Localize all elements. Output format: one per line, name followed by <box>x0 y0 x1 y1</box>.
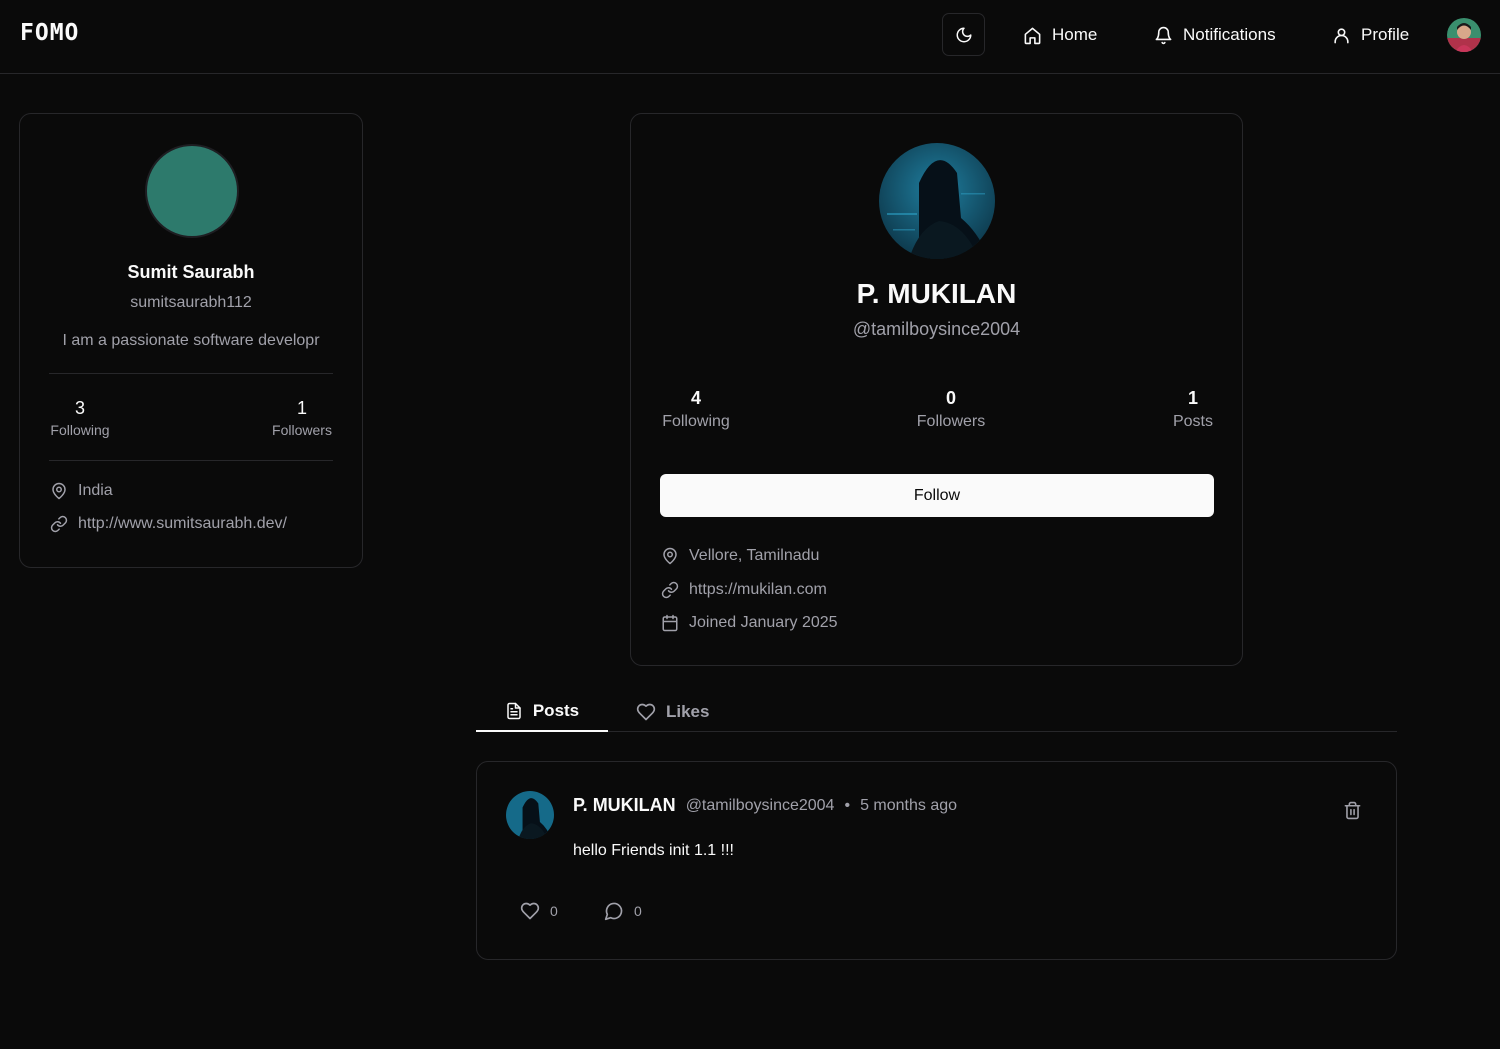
posts-label: Posts <box>1172 413 1213 430</box>
post-author-name[interactable]: P. MUKILAN <box>573 795 676 816</box>
profile-joined-text: Joined January 2025 <box>689 614 838 631</box>
followers-label: Followers <box>272 422 332 438</box>
following-label: Following <box>662 413 730 430</box>
calendar-icon <box>662 614 678 632</box>
bell-icon <box>1155 26 1172 44</box>
profile-avatar-image <box>879 143 995 259</box>
profile-joined: Joined January 2025 <box>661 614 838 632</box>
like-button[interactable]: 0 <box>520 901 558 921</box>
following-count: 4 <box>690 388 701 408</box>
user-avatar[interactable] <box>1447 18 1481 52</box>
map-pin-icon <box>52 482 66 500</box>
following-label: Following <box>50 422 110 438</box>
avatar-image <box>1447 18 1481 52</box>
nav-home-link[interactable]: Home <box>1023 22 1097 48</box>
post-timestamp: 5 months ago <box>860 796 958 814</box>
post-content: hello Friends init 1.1 !!! <box>573 842 734 859</box>
map-pin-icon <box>663 547 677 565</box>
moon-icon <box>956 27 971 42</box>
user-icon <box>1334 27 1349 43</box>
nav-profile-label: Profile <box>1361 25 1410 44</box>
profile-location: Vellore, Tamilnadu <box>661 547 819 565</box>
following-count: 3 <box>74 398 85 418</box>
divider <box>49 373 333 374</box>
nav-notifications-label: Notifications <box>1183 25 1276 44</box>
profile-website-link[interactable]: https://mukilan.com <box>689 581 827 599</box>
sidebar-following-stat[interactable]: 3 Following <box>49 396 111 440</box>
heart-icon <box>520 902 540 920</box>
tab-posts[interactable]: Posts <box>476 692 608 732</box>
tab-likes-label: Likes <box>666 702 710 721</box>
theme-toggle-button[interactable] <box>942 13 985 56</box>
sidebar-location-text: India <box>78 482 113 499</box>
app-logo[interactable]: FOMO <box>20 20 79 46</box>
posts-count: 1 <box>1187 388 1198 408</box>
profile-posts-stat[interactable]: 1 Posts <box>1170 386 1216 434</box>
like-count: 0 <box>550 903 558 919</box>
sidebar-username: sumitsaurabh112 <box>130 294 252 311</box>
heart-icon <box>636 703 656 721</box>
sidebar-website-link[interactable]: http://www.sumitsaurabh.dev/ <box>78 515 287 533</box>
message-circle-icon <box>604 902 623 921</box>
sidebar-bio: I am a passionate software developr <box>62 332 320 349</box>
profile-followers-stat[interactable]: 0 Followers <box>914 386 988 434</box>
link-icon <box>50 515 68 533</box>
tab-posts-label: Posts <box>532 701 580 720</box>
followers-count: 1 <box>296 398 307 418</box>
post-card: P. MUKILAN @tamilboysince2004 • 5 months… <box>476 761 1397 960</box>
nav-notifications-link[interactable]: Notifications <box>1154 22 1276 48</box>
tab-likes[interactable]: Likes <box>636 692 709 732</box>
post-author-handle: @tamilboysince2004 <box>685 796 835 814</box>
followers-label: Followers <box>916 413 986 430</box>
profile-card: P. MUKILAN @tamilboysince2004 4 Followin… <box>630 113 1243 666</box>
delete-post-button[interactable] <box>1343 801 1362 825</box>
separator-dot: • <box>844 796 851 814</box>
sidebar-location: India <box>50 482 113 500</box>
follow-button[interactable]: Follow <box>660 474 1214 517</box>
profile-handle: @tamilboysince2004 <box>852 319 1021 339</box>
profile-location-text: Vellore, Tamilnadu <box>689 547 820 564</box>
navbar: FOMO Home Notifications Profile <box>0 0 1500 74</box>
profile-avatar <box>879 143 995 259</box>
home-icon <box>1024 27 1041 44</box>
followers-count: 0 <box>945 388 956 408</box>
comment-button[interactable]: 0 <box>604 901 642 921</box>
file-text-icon <box>507 702 521 720</box>
sidebar-avatar[interactable] <box>145 144 239 238</box>
nav-profile-link[interactable]: Profile <box>1332 22 1409 48</box>
sidebar-website[interactable]: http://www.sumitsaurabh.dev/ <box>50 515 287 533</box>
trash-icon <box>1344 801 1361 820</box>
nav-home-label: Home <box>1052 25 1098 44</box>
post-author-avatar[interactable] <box>506 791 554 839</box>
comment-count: 0 <box>634 903 642 919</box>
profile-website[interactable]: https://mukilan.com <box>661 581 827 599</box>
profile-name: P. MUKILAN <box>856 278 1017 309</box>
profile-following-stat[interactable]: 4 Following <box>660 386 732 434</box>
sidebar-profile-card: Sumit Saurabh sumitsaurabh112 I am a pas… <box>19 113 363 568</box>
profile-tabs: Posts Likes <box>476 692 1397 732</box>
sidebar-name[interactable]: Sumit Saurabh <box>20 262 362 283</box>
divider <box>49 460 333 461</box>
link-icon <box>661 581 679 599</box>
sidebar-followers-stat[interactable]: 1 Followers <box>270 396 334 440</box>
post-avatar-image <box>506 791 554 839</box>
post-header: P. MUKILAN @tamilboysince2004 • 5 months… <box>573 795 957 816</box>
